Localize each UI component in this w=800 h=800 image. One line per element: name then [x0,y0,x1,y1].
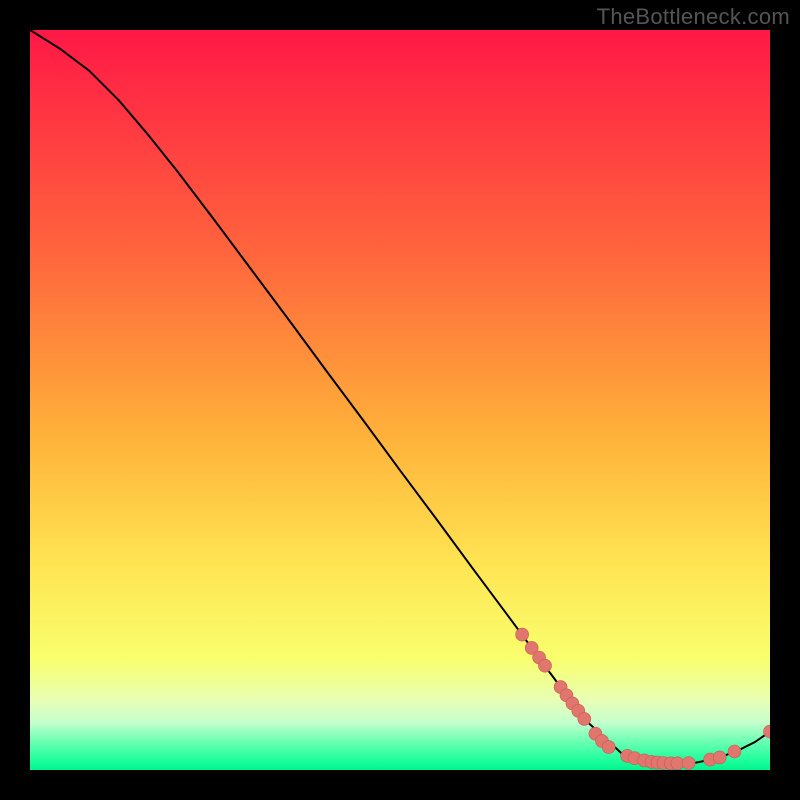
data-marker [578,712,591,725]
data-marker [713,751,726,764]
data-marker [539,659,552,672]
gradient-background [30,30,770,770]
data-marker [516,628,529,641]
data-marker [602,741,615,754]
watermark-text: TheBottleneck.com [597,4,790,30]
bottleneck-curve-chart [30,30,770,770]
plot-area [30,30,770,770]
data-marker [682,757,695,770]
data-marker [728,745,741,758]
chart-frame: TheBottleneck.com [0,0,800,800]
